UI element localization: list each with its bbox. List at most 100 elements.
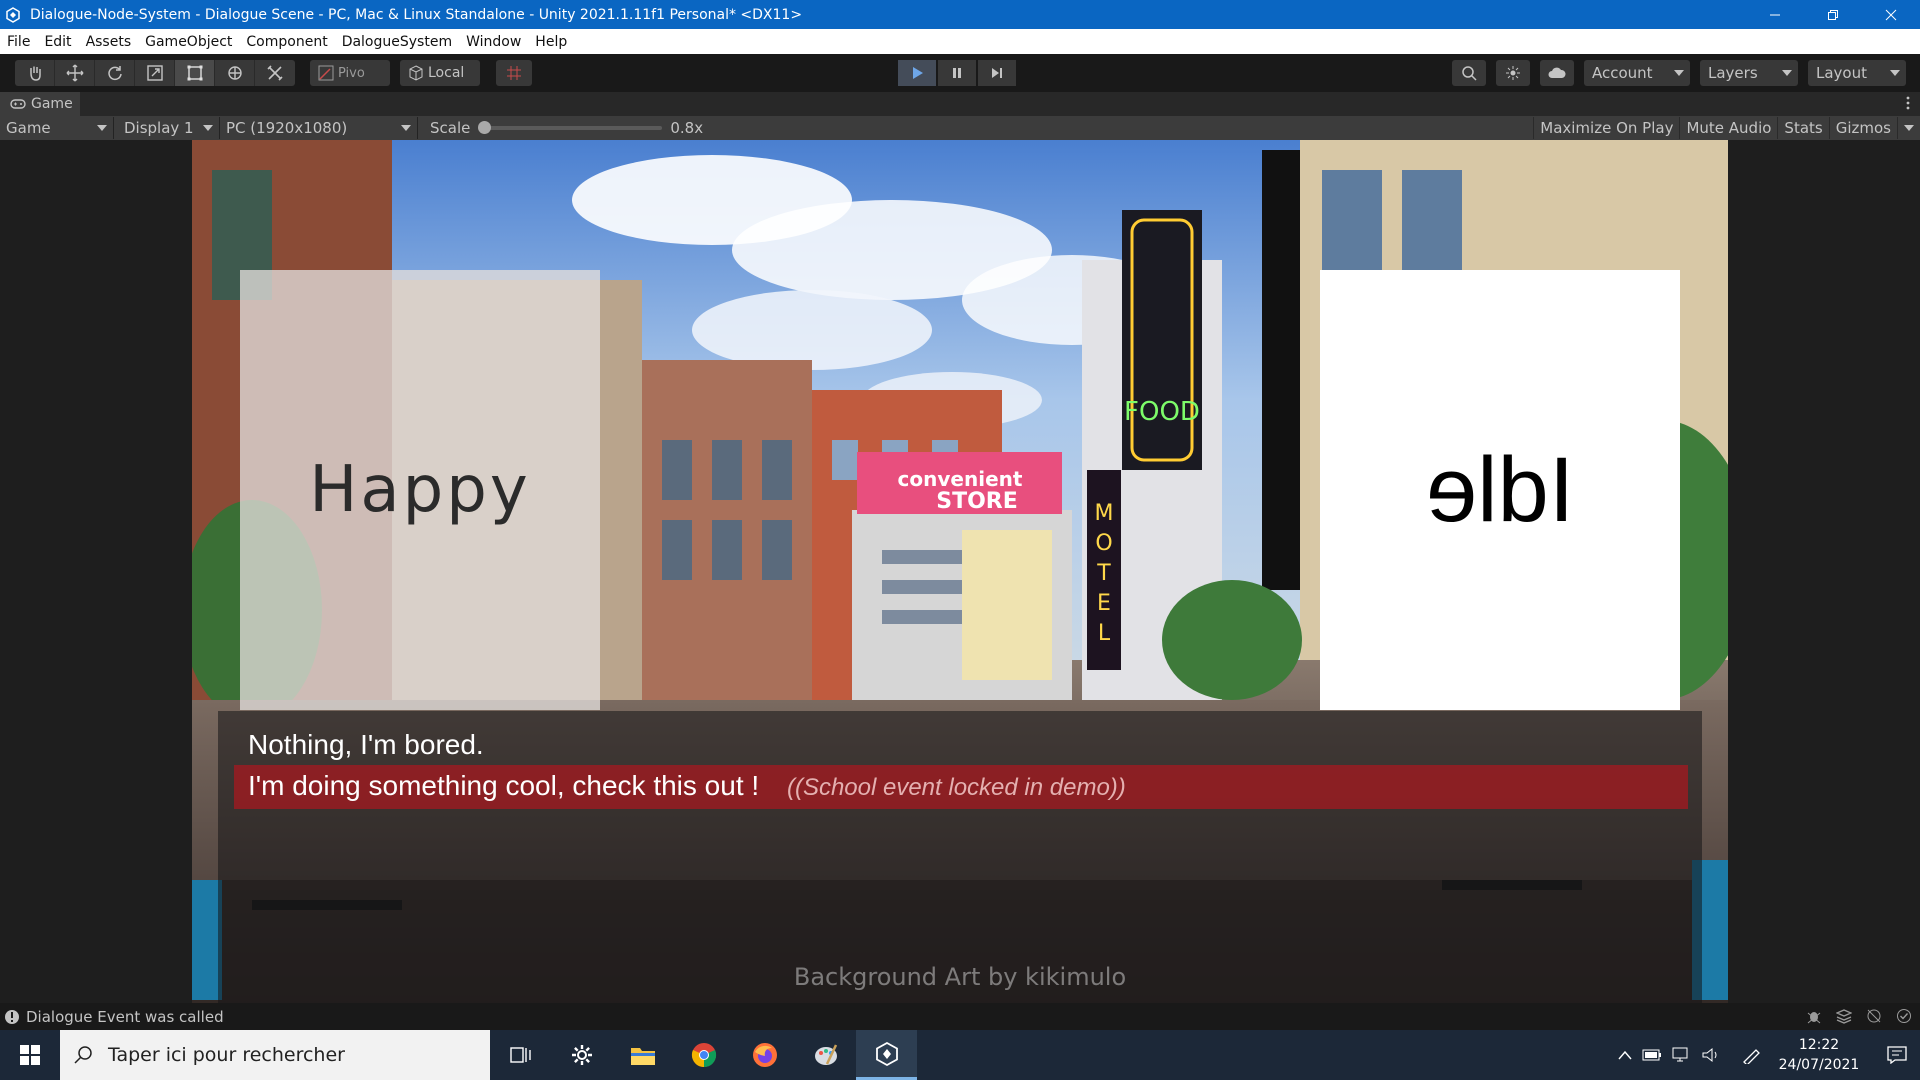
menu-component[interactable]: Component — [239, 34, 334, 50]
tab-game-label: Game — [31, 96, 73, 112]
svg-text:convenient: convenient — [898, 467, 1023, 491]
clock-time: 12:22 — [1798, 1037, 1840, 1053]
tab-game[interactable]: Game — [0, 92, 80, 116]
check-circle-icon[interactable] — [1896, 1008, 1912, 1024]
gizmos-toggle[interactable]: Gizmos — [1828, 117, 1897, 139]
menu-help[interactable]: Help — [528, 34, 574, 50]
layers-stack-icon[interactable] — [1836, 1008, 1852, 1024]
game-view-toolbar: Game Display 1 PC (1920x1080) Scale 0.8x… — [0, 116, 1920, 140]
network-icon[interactable] — [1866, 1008, 1882, 1024]
toolbar-right: Account Layers Layout — [1452, 60, 1906, 86]
pause-icon[interactable] — [938, 60, 976, 86]
step-icon[interactable] — [978, 60, 1016, 86]
scale-label: Scale — [430, 119, 471, 137]
locked-choice-note: ((School event locked in demo)) — [786, 774, 1126, 801]
menu-file[interactable]: File — [0, 34, 37, 50]
main-toolbar: Pivo Local Account Layers Layout — [0, 54, 1920, 92]
paint-app-icon[interactable] — [795, 1030, 856, 1080]
scale-slider[interactable] — [478, 121, 663, 134]
menu-edit[interactable]: Edit — [37, 34, 78, 50]
scale-tool-icon[interactable] — [135, 60, 175, 86]
layout-dropdown[interactable]: Layout — [1808, 60, 1906, 86]
status-message[interactable]: Dialogue Event was called — [26, 1008, 224, 1026]
account-label: Account — [1592, 64, 1653, 82]
maximize-on-play-toggle[interactable]: Maximize On Play — [1533, 117, 1679, 139]
resolution-dropdown-label: PC (1920x1080) — [226, 119, 348, 137]
dialogue-choice-1[interactable]: Nothing, I'm bored. — [248, 729, 484, 761]
layers-label: Layers — [1708, 64, 1758, 82]
play-icon[interactable] — [898, 60, 936, 86]
taskbar-clock[interactable]: 12:22 24/07/2021 — [1774, 1035, 1864, 1075]
chevron-down-icon — [1674, 70, 1684, 76]
volume-icon[interactable] — [1702, 1047, 1720, 1063]
search-icon[interactable] — [1452, 60, 1486, 86]
custom-tool-icon[interactable] — [255, 60, 295, 86]
dialogue-choice-2-text: I'm doing something cool, check this out… — [248, 770, 760, 801]
windows-start-icon[interactable] — [0, 1030, 60, 1080]
pen-icon[interactable] — [1742, 1046, 1764, 1064]
chevron-down-icon — [97, 125, 107, 131]
game-view-toggles: Maximize On Play Mute Audio Stats Gizmos — [1533, 116, 1920, 140]
taskbar-search-box[interactable]: Taper ici pour rechercher — [60, 1030, 490, 1080]
layers-dropdown[interactable]: Layers — [1700, 60, 1798, 86]
menu-dialoguesystem[interactable]: DalogueSystem — [335, 34, 459, 50]
gizmos-dropdown[interactable] — [1897, 117, 1920, 139]
chevron-up-icon[interactable] — [1618, 1050, 1632, 1060]
bug-icon[interactable] — [1806, 1008, 1822, 1024]
cloud-icon[interactable] — [1540, 60, 1574, 86]
unity-taskbar-icon[interactable] — [856, 1030, 917, 1080]
close-icon[interactable] — [1862, 0, 1920, 29]
more-options-icon[interactable] — [1906, 96, 1910, 114]
pivot-icon — [318, 65, 334, 81]
scale-slider-handle[interactable] — [478, 121, 492, 134]
pivot-label: Pivo — [338, 65, 365, 81]
collab-icon[interactable] — [1496, 60, 1530, 86]
search-placeholder: Taper ici pour rechercher — [108, 1044, 345, 1066]
account-dropdown[interactable]: Account — [1584, 60, 1690, 86]
file-explorer-icon[interactable] — [612, 1030, 673, 1080]
chevron-down-icon — [401, 125, 411, 131]
stats-toggle[interactable]: Stats — [1777, 117, 1828, 139]
tab-row: Game — [0, 92, 1920, 116]
play-controls — [898, 60, 1016, 86]
move-tool-icon[interactable] — [55, 60, 95, 86]
menu-window[interactable]: Window — [459, 34, 528, 50]
pivot-toggle[interactable]: Pivo — [310, 60, 390, 86]
resolution-dropdown[interactable]: PC (1920x1080) — [220, 117, 418, 139]
display-dropdown-label: Display 1 — [124, 119, 194, 137]
transform-tool-icon[interactable] — [215, 60, 255, 86]
firefox-icon[interactable] — [734, 1030, 795, 1080]
restore-icon[interactable] — [1804, 0, 1862, 29]
chevron-down-icon — [1782, 70, 1792, 76]
minimize-icon[interactable] — [1746, 0, 1804, 29]
right-character-portrait: Idle — [1320, 270, 1680, 710]
hand-tool-icon[interactable] — [15, 60, 55, 86]
rotate-tool-icon[interactable] — [95, 60, 135, 86]
settings-gear-icon[interactable] — [551, 1030, 612, 1080]
game-viewport[interactable]: convenient STORE FOOD M O T E L Happy Id… — [0, 140, 1920, 1003]
network-wired-icon[interactable] — [1672, 1047, 1692, 1063]
task-view-icon[interactable] — [490, 1030, 551, 1080]
svg-text:M: M — [1095, 501, 1114, 526]
svg-text:STORE: STORE — [936, 489, 1018, 514]
svg-text:T: T — [1096, 561, 1111, 586]
menu-assets[interactable]: Assets — [79, 34, 139, 50]
gamepad-icon — [10, 99, 26, 109]
local-toggle[interactable]: Local — [400, 60, 480, 86]
right-portrait-label: Idle — [1425, 438, 1575, 541]
status-bar: Dialogue Event was called — [0, 1003, 1920, 1030]
grid-snap-icon[interactable] — [496, 60, 532, 86]
notifications-icon[interactable] — [1874, 1046, 1920, 1064]
battery-icon[interactable] — [1642, 1049, 1662, 1061]
chrome-icon[interactable] — [673, 1030, 734, 1080]
mute-audio-toggle[interactable]: Mute Audio — [1679, 117, 1777, 139]
view-dropdown[interactable]: Game — [0, 117, 114, 139]
dialogue-choice-2[interactable]: I'm doing something cool, check this out… — [248, 770, 1126, 802]
menu-gameobject[interactable]: GameObject — [138, 34, 239, 50]
cube-icon — [409, 65, 423, 81]
svg-text:FOOD: FOOD — [1124, 397, 1200, 427]
display-dropdown[interactable]: Display 1 — [118, 117, 220, 139]
rect-tool-icon[interactable] — [175, 60, 215, 86]
scale-value: 0.8x — [670, 119, 704, 137]
chevron-down-icon — [203, 125, 213, 131]
